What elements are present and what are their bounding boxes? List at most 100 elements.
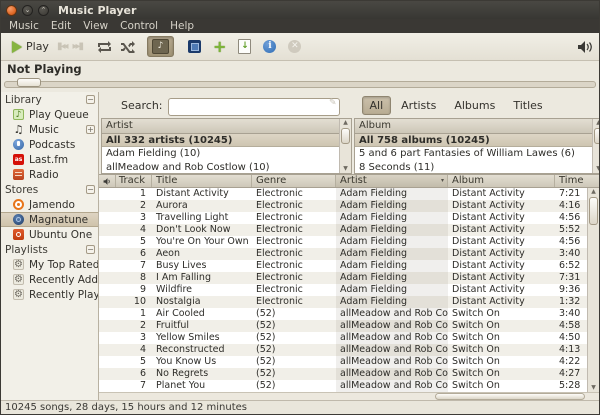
pane-row[interactable]: Adam Fielding (10)	[102, 147, 339, 160]
next-button[interactable]: ▸▸▮	[73, 41, 83, 52]
table-row[interactable]: 10NostalgiaElectronicAdam FieldingDistan…	[99, 296, 587, 308]
album-pane: Album All 758 albums (10245)5 and 6 part…	[354, 118, 600, 174]
properties-button[interactable]: i	[263, 40, 276, 53]
play-label: Play	[26, 40, 49, 53]
tab-titles[interactable]: Titles	[505, 96, 550, 115]
menubar: MusicEditViewControlHelp	[1, 19, 599, 33]
track-table-header: TrackTitleGenreArtist▾AlbumTime	[99, 174, 599, 188]
album-pane-list: All 758 albums (10245)5 and 6 part Fanta…	[355, 134, 592, 174]
track-table-rows: 1Distant ActivityElectronicAdam Fielding…	[99, 188, 587, 392]
sidebar-group-playlists: Playlists−	[1, 242, 98, 257]
track-table-hscrollbar[interactable]	[99, 392, 599, 400]
menu-edit[interactable]: Edit	[45, 19, 77, 33]
window-minimize-button[interactable]: ⌄	[22, 5, 33, 16]
table-row[interactable]: 3Travelling LightElectronicAdam Fielding…	[99, 212, 587, 224]
repeat-button[interactable]	[97, 41, 112, 53]
menu-help[interactable]: Help	[164, 19, 200, 33]
search-input[interactable]	[168, 98, 340, 116]
table-row[interactable]: 7Busy LivesElectronicAdam FieldingDistan…	[99, 260, 587, 272]
artist-pane-header[interactable]: Artist	[102, 119, 339, 134]
podcasts-icon	[13, 139, 24, 150]
sidebar-item-radio[interactable]: Radio	[1, 167, 98, 182]
column-header-title[interactable]: Title	[152, 175, 252, 187]
seek-slider[interactable]	[1, 77, 599, 92]
track-table-scrollbar[interactable]: ▲ ▼	[587, 188, 599, 392]
table-row[interactable]: 5You're On Your OwnElectronicAdam Fieldi…	[99, 236, 587, 248]
sort-desc-icon: ▾	[441, 175, 444, 187]
sidebar-item-jamendo[interactable]: Jamendo	[1, 197, 98, 212]
seek-trough[interactable]	[4, 81, 596, 88]
column-header-track[interactable]: Track	[116, 175, 152, 187]
tab-albums[interactable]: Albums	[446, 96, 503, 115]
cancel-button[interactable]: ✕	[288, 40, 301, 53]
filter-tabs: AllArtistsAlbumsTitles	[362, 96, 551, 115]
sidebar-item-ubuntu-one[interactable]: Ubuntu One	[1, 227, 98, 242]
table-row[interactable]: 7Planet You(52)allMeadow and Rob Costlow…	[99, 380, 587, 392]
window-close-button[interactable]	[6, 5, 17, 16]
seek-handle[interactable]	[17, 78, 41, 87]
pane-row[interactable]: 5 and 6 part Fantasies of William Lawes …	[355, 147, 592, 160]
sidebar-item-magnatune[interactable]: Magnatune	[1, 212, 98, 227]
visualization-icon[interactable]	[188, 40, 201, 53]
table-row[interactable]: 1Distant ActivityElectronicAdam Fielding…	[99, 188, 587, 200]
playing-column-header[interactable]	[99, 175, 116, 187]
sidebar: Library−♪Play Queue♫Music+PodcastsasLast…	[1, 92, 99, 400]
app-window: ⌄ ⌃ Music Player MusicEditViewControlHel…	[0, 0, 600, 415]
collapse-icon[interactable]: −	[86, 245, 95, 254]
sidebar-item-my-top-rated[interactable]: ⚙My Top Rated	[1, 257, 98, 272]
album-pane-header[interactable]: Album	[355, 119, 592, 134]
column-header-album[interactable]: Album	[448, 175, 555, 187]
volume-icon[interactable]	[577, 40, 593, 54]
download-button[interactable]: ↓	[238, 39, 251, 54]
tab-artists[interactable]: Artists	[393, 96, 444, 115]
search-label: Search:	[121, 99, 163, 112]
sidebar-item-music[interactable]: ♫Music+	[1, 122, 98, 137]
table-row[interactable]: 6AeonElectronicAdam FieldingDistant Acti…	[99, 248, 587, 260]
sidebar-item-podcasts[interactable]: Podcasts	[1, 137, 98, 152]
artist-pane-list: All 332 artists (10245)Adam Fielding (10…	[102, 134, 339, 174]
now-playing-status: Not Playing	[7, 62, 82, 76]
table-row[interactable]: 5You Know Us(52)allMeadow and Rob Costlo…	[99, 356, 587, 368]
library-summary: 10245 songs, 28 days, 15 hours and 12 mi…	[5, 402, 247, 413]
sidebar-item-recently-added[interactable]: ⚙Recently Added	[1, 272, 98, 287]
column-header-artist[interactable]: Artist▾	[336, 175, 448, 187]
artist-pane-scrollbar[interactable]: ▲ ▼	[339, 119, 351, 173]
table-row[interactable]: 8I Am FallingElectronicAdam FieldingDist…	[99, 272, 587, 284]
radio-icon	[13, 169, 24, 180]
browse-toggle-button[interactable]: ♪	[147, 36, 174, 57]
pane-row[interactable]: allMeadow and Rob Costlow (10)	[102, 161, 339, 174]
table-row[interactable]: 4Don't Look NowElectronicAdam FieldingDi…	[99, 224, 587, 236]
tab-all[interactable]: All	[362, 96, 392, 115]
pane-row[interactable]: All 758 albums (10245)	[355, 134, 592, 147]
menu-control[interactable]: Control	[114, 19, 164, 33]
collapse-icon[interactable]: −	[86, 95, 95, 104]
table-row[interactable]: 4Reconstructed(52)allMeadow and Rob Cost…	[99, 344, 587, 356]
album-pane-scrollbar[interactable]: ▲ ▼	[592, 119, 600, 173]
play-button[interactable]: Play	[7, 38, 54, 55]
pane-row[interactable]: 8 Seconds (11)	[355, 161, 592, 174]
table-row[interactable]: 6No Regrets(52)allMeadow and Rob Costlow…	[99, 368, 587, 380]
table-row[interactable]: 2Fruitful(52)allMeadow and Rob CostlowSw…	[99, 320, 587, 332]
table-row[interactable]: 9WildfireElectronicAdam FieldingDistant …	[99, 284, 587, 296]
gear-icon: ⚙	[13, 259, 24, 270]
table-row[interactable]: 1Air Cooled(52)allMeadow and Rob Costlow…	[99, 308, 587, 320]
titlebar[interactable]: ⌄ ⌃ Music Player	[1, 1, 599, 19]
previous-button[interactable]: ▮◂◂	[57, 41, 67, 52]
collapse-icon[interactable]: −	[86, 185, 95, 194]
pane-row[interactable]: All 332 artists (10245)	[102, 134, 339, 147]
menu-view[interactable]: View	[77, 19, 114, 33]
sidebar-item-recently-played[interactable]: ⚙Recently Played	[1, 287, 98, 302]
column-header-genre[interactable]: Genre	[252, 175, 336, 187]
add-button[interactable]: +	[213, 41, 226, 53]
sidebar-item-play-queue[interactable]: ♪Play Queue	[1, 107, 98, 122]
table-row[interactable]: 2AuroraElectronicAdam FieldingDistant Ac…	[99, 200, 587, 212]
hscrollbar-thumb[interactable]	[435, 393, 585, 400]
sidebar-item-last-fm[interactable]: asLast.fm	[1, 152, 98, 167]
expand-icon[interactable]: +	[86, 125, 95, 134]
shuffle-button[interactable]	[120, 41, 135, 53]
window-maximize-button[interactable]: ⌃	[38, 5, 49, 16]
menu-music[interactable]: Music	[3, 19, 45, 33]
table-row[interactable]: 3Yellow Smiles(52)allMeadow and Rob Cost…	[99, 332, 587, 344]
column-header-time[interactable]: Time	[555, 175, 589, 187]
sidebar-group-stores: Stores−	[1, 182, 98, 197]
